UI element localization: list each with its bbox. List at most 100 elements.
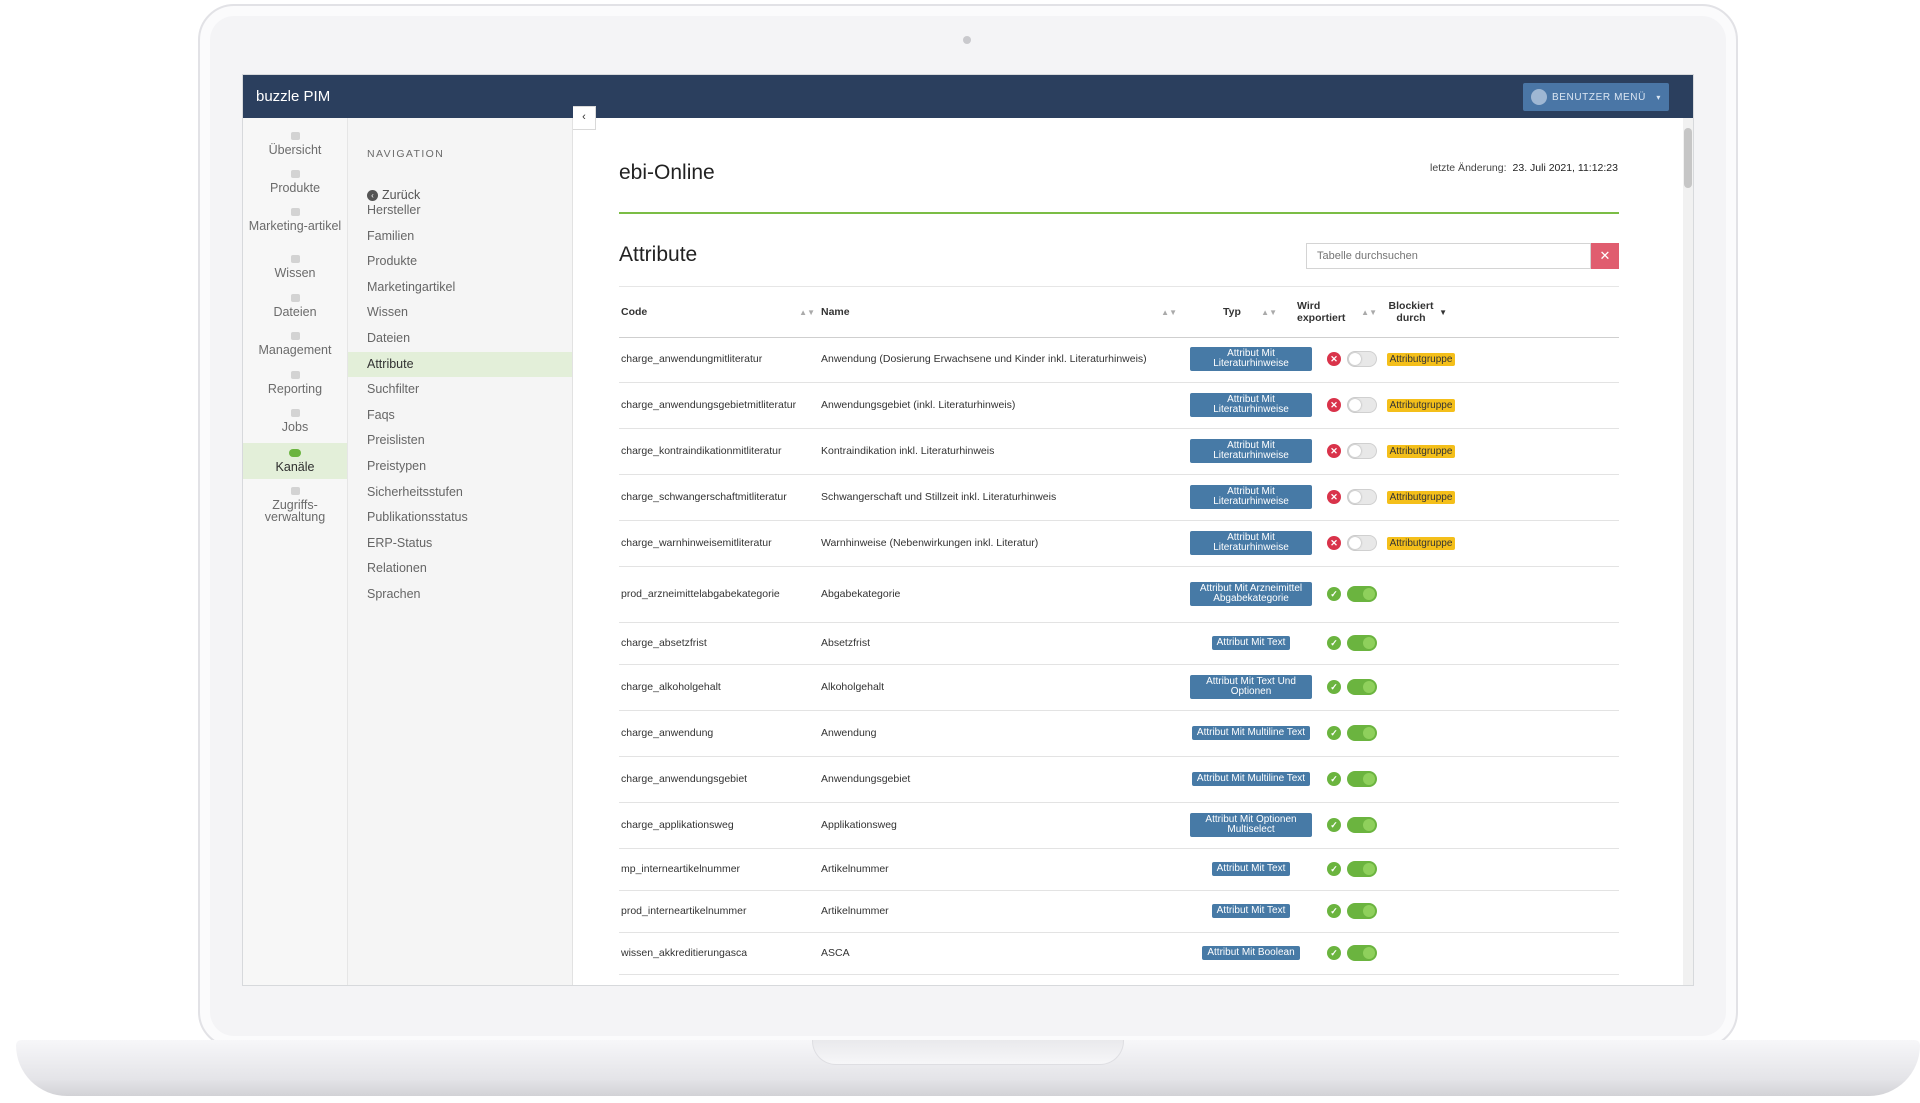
nav-item[interactable]: Preistypen <box>348 454 572 479</box>
user-menu-button[interactable]: BENUTZER MENÜ ▾ <box>1523 83 1669 111</box>
export-toggle[interactable] <box>1347 635 1377 651</box>
cell-exported: ✓ <box>1319 890 1385 932</box>
export-toggle-group[interactable]: ✕ <box>1327 443 1377 459</box>
export-toggle-group[interactable]: ✓ <box>1327 635 1377 651</box>
nav-item[interactable]: Hersteller <box>348 198 572 223</box>
sidebar-item-label: Reporting <box>267 382 323 396</box>
nav-item[interactable]: ERP-Status <box>348 531 572 556</box>
sidebar-item-label: Jobs <box>281 420 309 434</box>
table-row[interactable]: charge_alkoholgehalt Alkoholgehalt Attribu… <box>619 664 1619 711</box>
export-toggle-group[interactable]: ✕ <box>1327 535 1377 551</box>
sidebar-item[interactable]: Reporting <box>243 365 347 399</box>
cell-typ: Attribut Mit Text <box>1183 622 1319 664</box>
table-search-input[interactable] <box>1306 243 1591 269</box>
management-icon <box>290 332 300 340</box>
export-toggle[interactable] <box>1347 903 1377 919</box>
cross-icon: ✕ <box>1327 444 1341 458</box>
nav-item[interactable]: Marketingartikel <box>348 275 572 300</box>
export-toggle[interactable] <box>1347 397 1377 413</box>
cell-exported: ✕ <box>1319 428 1385 474</box>
table-row[interactable]: mp_interneartikelnummer Artikelnummer Attr… <box>619 848 1619 891</box>
table-row[interactable]: charge_anwendungsgebietmitliteratur Anwen… <box>619 382 1619 429</box>
sidebar-item[interactable]: Management <box>243 326 347 360</box>
table-row[interactable]: charge_anwendung Anwendung Attribut Mit Mu… <box>619 710 1619 757</box>
scroll-thumb[interactable] <box>1684 128 1692 188</box>
nav-item[interactable]: Familien <box>348 224 572 249</box>
sidebar-item[interactable]: Produkte <box>243 164 347 198</box>
export-toggle-group[interactable]: ✓ <box>1327 586 1377 602</box>
export-toggle[interactable] <box>1347 535 1377 551</box>
nav-item[interactable]: Dateien <box>348 326 572 351</box>
sidebar-item[interactable]: Übersicht <box>243 126 347 160</box>
knowledge-icon <box>290 255 300 263</box>
table-row[interactable]: prod_arzneimittelabgabekategorie Abgabeka… <box>619 566 1619 623</box>
cell-typ: Attribut Mit Text <box>1183 890 1319 932</box>
export-toggle[interactable] <box>1347 771 1377 787</box>
cell-blocked <box>1387 890 1455 932</box>
cell-typ: Attribut Mit Literaturhinweise <box>1183 336 1319 382</box>
table-row[interactable]: charge_absetzfrist Absetzfrist Attribut Mi… <box>619 622 1619 665</box>
export-toggle-group[interactable]: ✓ <box>1327 903 1377 919</box>
sidebar-item[interactable]: Dateien <box>243 288 347 322</box>
export-toggle-group[interactable]: ✓ <box>1327 817 1377 833</box>
cell-code: mp_interneartikelnummer <box>621 863 741 875</box>
export-toggle-group[interactable]: ✓ <box>1327 945 1377 961</box>
column-header-name[interactable]: Name ▲▼ <box>821 287 1177 337</box>
export-toggle-group[interactable]: ✕ <box>1327 351 1377 367</box>
scrollbar[interactable] <box>1683 118 1693 985</box>
sidebar-item[interactable]: Kanäle <box>243 443 347 479</box>
export-toggle[interactable] <box>1347 725 1377 741</box>
column-header-typ[interactable]: Typ ▲▼ <box>1183 287 1277 337</box>
table-row[interactable]: charge_kontraindikationmitliteratur Kontr… <box>619 428 1619 475</box>
clear-search-button[interactable]: ✕ <box>1591 243 1619 269</box>
sidebar-item-label: Übersicht <box>268 143 322 157</box>
table-row[interactable]: charge_anwendungmitliteratur Anwendung (D… <box>619 336 1619 383</box>
column-header-code[interactable]: Code ▲▼ <box>621 287 815 337</box>
export-toggle-group[interactable]: ✕ <box>1327 489 1377 505</box>
export-toggle[interactable] <box>1347 586 1377 602</box>
sidebar-item[interactable]: Zugriffs-verwaltung <box>243 481 347 525</box>
table-row[interactable]: prod_interneartikelnummer Artikelnummer At… <box>619 890 1619 933</box>
app-title[interactable]: buzzle PIM <box>256 88 330 105</box>
cell-name: Artikelnummer <box>821 905 889 917</box>
cell-code: prod_interneartikelnummer <box>621 905 747 917</box>
sidebar-item[interactable]: Wissen <box>243 249 347 283</box>
export-toggle-group[interactable]: ✕ <box>1327 397 1377 413</box>
cell-name: Anwendungsgebiet <box>821 773 911 785</box>
nav-item[interactable]: Sicherheitsstufen <box>348 480 572 505</box>
column-header-blocked[interactable]: Blockiert durch ▼ <box>1387 287 1447 337</box>
export-toggle-group[interactable]: ✓ <box>1327 771 1377 787</box>
nav-item[interactable]: Sprachen <box>348 582 572 607</box>
cell-exported: ✓ <box>1319 664 1385 710</box>
column-header-exported[interactable]: Wird exportiert ▲▼ <box>1297 287 1377 337</box>
nav-item[interactable]: Preislisten <box>348 428 572 453</box>
nav-item[interactable]: Publikationsstatus <box>348 505 572 530</box>
export-toggle[interactable] <box>1347 945 1377 961</box>
nav-item[interactable]: Suchfilter <box>348 377 572 402</box>
export-toggle-group[interactable]: ✓ <box>1327 679 1377 695</box>
sidebar-item[interactable]: Jobs <box>243 403 347 437</box>
export-toggle-group[interactable]: ✓ <box>1327 861 1377 877</box>
nav-item[interactable]: Faqs <box>348 403 572 428</box>
export-toggle[interactable] <box>1347 351 1377 367</box>
sidebar-item[interactable]: Marketing-artikel <box>243 202 347 246</box>
last-change-info: letzte Änderung: 23. Juli 2021, 11:12:23 <box>1328 162 1618 174</box>
export-toggle[interactable] <box>1347 489 1377 505</box>
nav-item[interactable]: Attribute <box>348 351 572 377</box>
export-toggle[interactable] <box>1347 679 1377 695</box>
cell-typ: Attribut Mit Arzneimittel Abgabekategori… <box>1183 566 1319 622</box>
nav-item[interactable]: Wissen <box>348 300 572 325</box>
table-row[interactable]: charge_applikationsweg Applikationsweg Att… <box>619 802 1619 849</box>
export-toggle[interactable] <box>1347 861 1377 877</box>
export-toggle-group[interactable]: ✓ <box>1327 725 1377 741</box>
table-row[interactable]: charge_schwangerschaftmitliteratur Schwan… <box>619 474 1619 521</box>
app-screen: buzzle PIM BENUTZER MENÜ ▾ Übersicht Prod… <box>242 74 1694 986</box>
export-toggle[interactable] <box>1347 817 1377 833</box>
table-row[interactable]: charge_warnhinweisemitliteratur Warnhinwe… <box>619 520 1619 567</box>
table-row[interactable]: charge_anwendungsgebiet Anwendungsgebiet A… <box>619 756 1619 803</box>
table-row[interactable]: wissen_akkreditierungasca ASCA Attribut Mi… <box>619 932 1619 975</box>
cell-code: charge_warnhinweisemitliteratur <box>621 537 772 549</box>
nav-item[interactable]: Relationen <box>348 556 572 581</box>
nav-item[interactable]: Produkte <box>348 249 572 274</box>
export-toggle[interactable] <box>1347 443 1377 459</box>
